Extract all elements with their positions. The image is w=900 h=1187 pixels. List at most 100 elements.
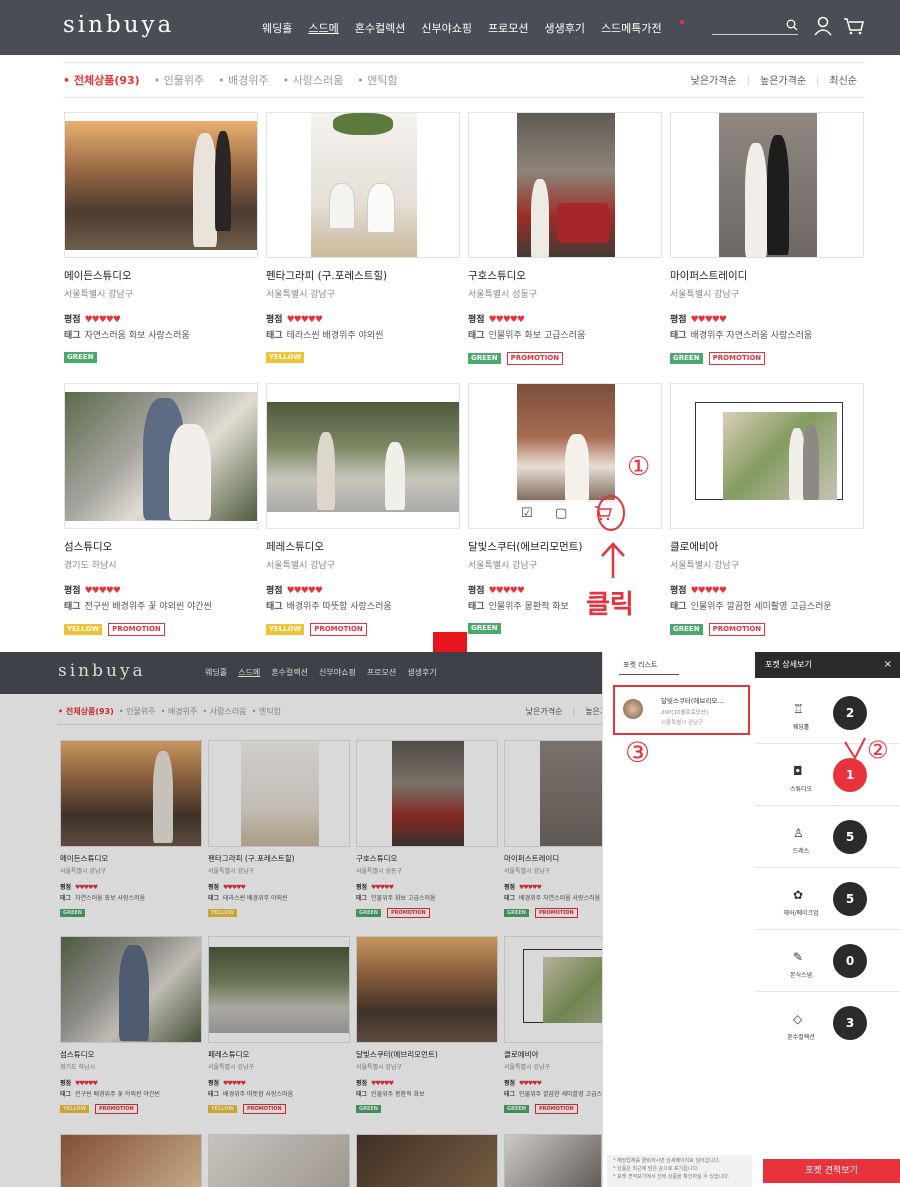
filter-background[interactable]: • 배경위주 xyxy=(218,74,268,87)
product-rating: 평점 ♥♥♥♥♥ xyxy=(468,312,662,325)
category-count[interactable]: 5 xyxy=(833,882,867,916)
nav-wedding-hall[interactable]: 웨딩홀 xyxy=(262,22,292,35)
tag-values: 인물위주 화보 고급스러움 xyxy=(488,331,586,341)
annotation-circle xyxy=(597,495,625,531)
product-rating: 평점 ♥♥♥♥♥ xyxy=(670,583,864,596)
pocket-detail-title: 포켓 상세보기 xyxy=(765,660,812,669)
product-card[interactable]: 마이퍼스트레이디 서울특별시 강남구 평점 ♥♥♥♥♥ 태그 배경위주 자연스러움 … xyxy=(670,112,864,365)
pocket-detail-header: 포켓 상세보기 × xyxy=(755,652,900,678)
tag-values: 배경위주 자연스러움 사랑스러움 xyxy=(690,331,813,341)
rating-label: 평점 xyxy=(670,586,687,596)
filter-lovely[interactable]: • 사랑스러움 xyxy=(283,74,344,87)
category-count[interactable]: 3 xyxy=(833,1006,867,1040)
product-name[interactable]: 구호스튜디오 xyxy=(468,268,662,283)
tag-label: 태그 xyxy=(468,331,485,341)
product-name[interactable]: 펜타그라피 (구.포레스트힐) xyxy=(266,268,460,283)
product-card[interactable]: 펜타그라피 (구.포레스트힐) 서울특별시 강남구 평점 ♥♥♥♥♥ 태그 테라스씬… xyxy=(266,112,460,365)
product-name[interactable]: 메이든스튜디오 xyxy=(64,268,258,283)
product-rating: 평점 ♥♥♥♥♥ xyxy=(64,583,258,596)
nav-honsu[interactable]: 혼수컬렉션 xyxy=(355,22,406,35)
tag-label: 태그 xyxy=(670,331,687,341)
category-label: 스튜디오 xyxy=(789,786,813,793)
product-name[interactable]: 달빛스쿠터(에브리모먼트) xyxy=(468,539,662,554)
product-tags: 태그 전구씬 배경위주 꽃 야외씬 야간씬 xyxy=(64,599,258,612)
product-card[interactable]: 클로에비아 서울특별시 강남구 평점 ♥♥♥♥♥ 태그 인물위주 깔끔한 세미촬영 … xyxy=(670,383,864,636)
nav-promotion[interactable]: 프로모션 xyxy=(488,22,528,35)
category-dress[interactable]: ♙ 드레스 5 xyxy=(755,806,900,868)
dimmed-site: sinbuya 웨딩홀 스드메 혼수컬렉션 신부야쇼핑 프로모션 생생후기 • 전체상품(… xyxy=(0,652,602,1187)
pocket-item[interactable]: 달빛스쿠터(에브리모... 20P[10월프로모션] 서울특별시 강남구 xyxy=(613,685,750,735)
product-name[interactable]: 마이퍼스트레이디 xyxy=(670,268,864,283)
rating-label: 평점 xyxy=(468,586,485,596)
tag-label: 태그 xyxy=(266,602,283,612)
product-photo[interactable] xyxy=(64,112,258,258)
heart-icons: ♥♥♥♥♥ xyxy=(84,315,121,325)
category-count[interactable]: 1 xyxy=(833,758,867,792)
sort-high-price[interactable]: 높은가격순 xyxy=(760,76,806,87)
modal-overlay[interactable] xyxy=(0,652,602,1187)
pocket-estimate-button[interactable]: 포켓 견적보기 xyxy=(763,1159,900,1183)
rating-label: 평점 xyxy=(266,315,283,325)
divider xyxy=(63,97,865,98)
search-input[interactable] xyxy=(712,34,798,35)
category-count[interactable]: 5 xyxy=(833,820,867,854)
filter-antique[interactable]: • 엔틱함 xyxy=(357,74,397,87)
product-card[interactable]: 섬스튜디오 경기도 하남시 평점 ♥♥♥♥♥ 태그 전구씬 배경위주 꽃 야외씬 야… xyxy=(64,383,258,636)
product-card[interactable]: 페레스튜디오 서울특별시 강남구 평점 ♥♥♥♥♥ 태그 배경위주 따뜻함 사랑스러… xyxy=(266,383,460,636)
main-nav: 웨딩홀 스드메 혼수컬렉션 신부야쇼핑 프로모션 생생후기 스드메특가전 xyxy=(262,20,716,36)
search-icon[interactable] xyxy=(786,19,798,31)
divider xyxy=(63,62,865,63)
product-location: 서울특별시 강남구 xyxy=(64,290,134,300)
wedding-hall-icon: ♖ xyxy=(793,702,804,716)
pocket-notes: * 해당업체를 클릭하시면 상세페이지로 넘어갑니다. * 상품은 최근에 담은… xyxy=(607,1155,752,1187)
site-logo[interactable]: sinbuya xyxy=(63,12,174,38)
category-label: 본식스냅 xyxy=(789,972,813,979)
heart-icons: ♥♥♥♥♥ xyxy=(488,586,525,596)
badge-promotion: PROMOTION xyxy=(506,352,564,365)
badge-yellow: YELLOW xyxy=(266,624,305,635)
category-count[interactable]: 0 xyxy=(833,944,867,978)
product-location: 서울특별시 강남구 xyxy=(468,561,538,571)
diamond-icon: ◇ xyxy=(793,1012,803,1026)
category-count[interactable]: 2 xyxy=(833,696,867,730)
heart-icons: ♥♥♥♥♥ xyxy=(488,315,525,325)
product-photo[interactable] xyxy=(64,383,258,529)
nav-reviews[interactable]: 생생후기 xyxy=(544,22,584,35)
sort-low-price[interactable]: 낮은가격순 xyxy=(691,76,737,87)
filter-all[interactable]: • 전체상품(93) xyxy=(63,74,140,87)
product-name[interactable]: 섬스튜디오 xyxy=(64,539,258,554)
badges: GREEN PROMOTION xyxy=(670,352,864,365)
badge-green: GREEN xyxy=(64,352,97,363)
close-icon[interactable]: × xyxy=(884,652,892,678)
category-hair-makeup[interactable]: ✿ 헤어/메이크업 5 xyxy=(755,868,900,930)
product-name[interactable]: 클로에비아 xyxy=(670,539,864,554)
nav-shopping[interactable]: 신부야쇼핑 xyxy=(421,22,472,35)
product-name[interactable]: 페레스튜디오 xyxy=(266,539,460,554)
top-screenshot: sinbuya 웨딩홀 스드메 혼수컬렉션 신부야쇼핑 프로모션 생생후기 스드메특가전 •… xyxy=(0,0,900,650)
compare-icon[interactable]: ☑ xyxy=(521,506,533,521)
product-photo[interactable] xyxy=(468,112,662,258)
category-snap[interactable]: ✎ 본식스냅 0 xyxy=(755,930,900,992)
view-icon[interactable]: ▢ xyxy=(555,506,567,521)
annotation-click: 클릭 xyxy=(586,590,634,620)
product-photo[interactable] xyxy=(266,112,460,258)
badges: GREEN xyxy=(468,623,662,636)
category-wedding-hall[interactable]: ♖ 웨딩홀 2 xyxy=(755,682,900,744)
user-icon[interactable] xyxy=(814,16,832,36)
badge-yellow: YELLOW xyxy=(266,352,305,363)
category-honsu[interactable]: ◇ 혼수컬렉션 3 xyxy=(755,992,900,1054)
sort-latest[interactable]: 최신순 xyxy=(829,76,857,87)
badge-green: GREEN xyxy=(468,353,501,364)
nav-sdm[interactable]: 스드메 xyxy=(308,22,338,35)
tag-label: 태그 xyxy=(64,331,81,341)
product-photo[interactable] xyxy=(670,383,864,529)
product-photo[interactable] xyxy=(266,383,460,529)
product-photo[interactable] xyxy=(670,112,864,258)
nav-sdm-special[interactable]: 스드메특가전 xyxy=(601,20,700,35)
cart-icon[interactable] xyxy=(843,17,865,35)
filter-people[interactable]: • 인물위주 xyxy=(154,74,204,87)
pocket-item-name[interactable]: 달빛스쿠터(에브리모... xyxy=(661,695,724,705)
category-label: 혼수컬렉션 xyxy=(787,1034,815,1041)
product-card[interactable]: 메이든스튜디오 서울특별시 강남구 평점 ♥♥♥♥♥ 태그 자연스러움 화보 사랑스… xyxy=(64,112,258,365)
product-card[interactable]: 구호스튜디오 서울특별시 성동구 평점 ♥♥♥♥♥ 태그 인물위주 화보 고급스러움… xyxy=(468,112,662,365)
